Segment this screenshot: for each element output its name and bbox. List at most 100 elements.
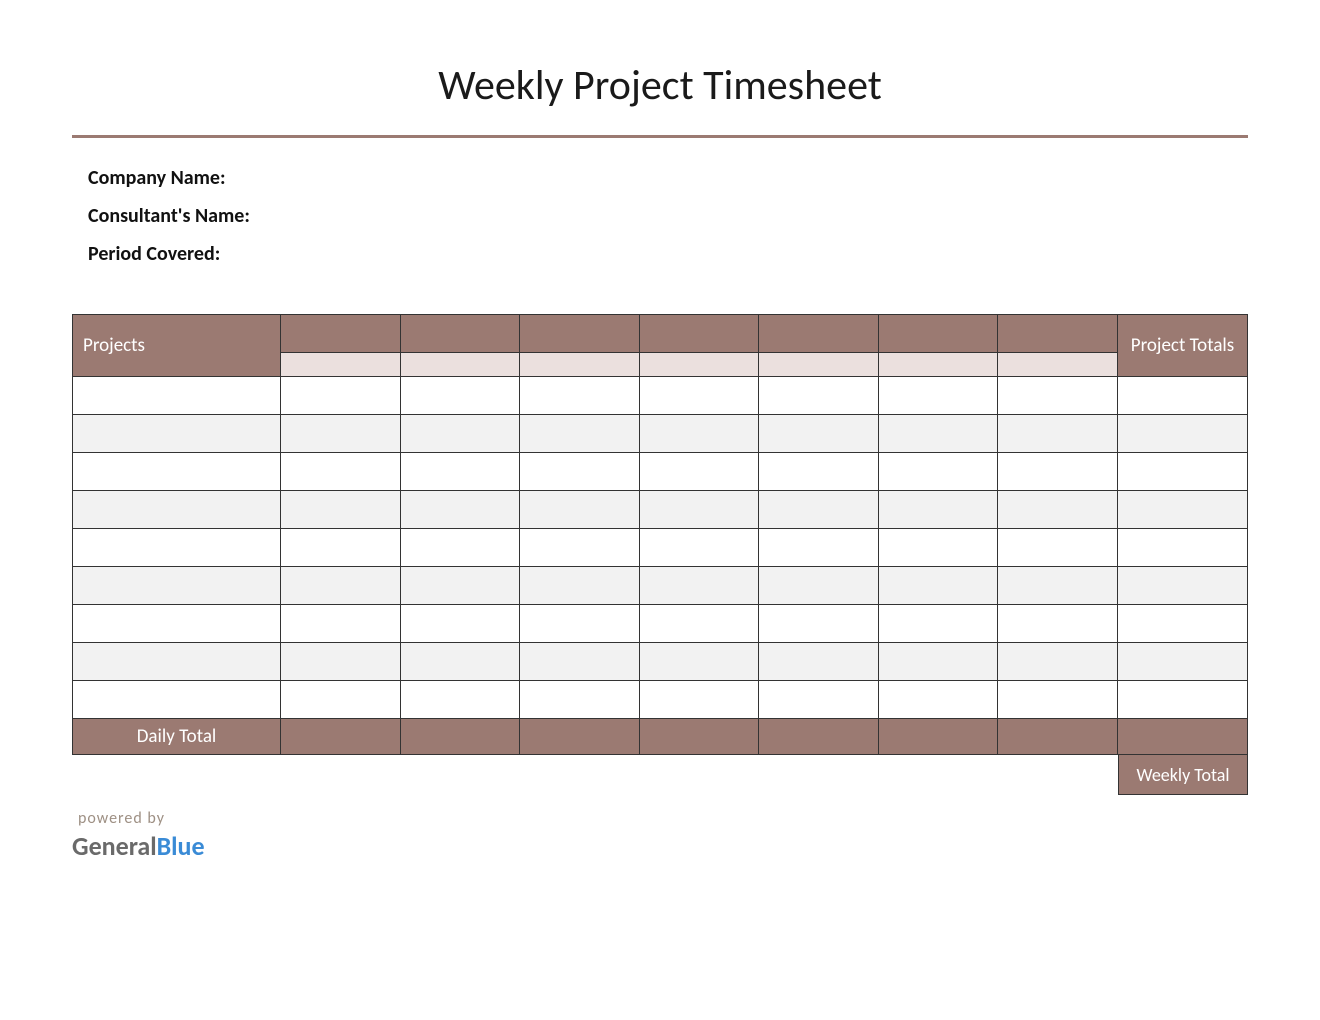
hours-cell[interactable]	[520, 529, 640, 567]
hours-cell[interactable]	[998, 605, 1118, 643]
hours-cell[interactable]	[998, 567, 1118, 605]
hours-cell[interactable]	[878, 415, 998, 453]
project-total-cell[interactable]	[1118, 415, 1248, 453]
hours-cell[interactable]	[400, 681, 520, 719]
project-name-cell[interactable]	[73, 605, 281, 643]
hours-cell[interactable]	[281, 377, 401, 415]
hours-cell[interactable]	[759, 529, 879, 567]
hours-cell[interactable]	[281, 643, 401, 681]
hours-cell[interactable]	[520, 491, 640, 529]
hours-cell[interactable]	[400, 377, 520, 415]
hours-cell[interactable]	[281, 605, 401, 643]
hours-cell[interactable]	[998, 529, 1118, 567]
hours-cell[interactable]	[759, 377, 879, 415]
day-header[interactable]	[878, 315, 998, 353]
hours-cell[interactable]	[878, 453, 998, 491]
hours-cell[interactable]	[520, 377, 640, 415]
hours-cell[interactable]	[639, 605, 759, 643]
hours-cell[interactable]	[520, 643, 640, 681]
hours-cell[interactable]	[639, 453, 759, 491]
project-total-cell[interactable]	[1118, 491, 1248, 529]
project-total-cell[interactable]	[1118, 453, 1248, 491]
hours-cell[interactable]	[759, 605, 879, 643]
hours-cell[interactable]	[520, 415, 640, 453]
hours-cell[interactable]	[878, 605, 998, 643]
hours-cell[interactable]	[878, 529, 998, 567]
day-header[interactable]	[520, 315, 640, 353]
hours-cell[interactable]	[400, 491, 520, 529]
day-subheader[interactable]	[759, 353, 879, 377]
hours-cell[interactable]	[759, 491, 879, 529]
hours-cell[interactable]	[998, 643, 1118, 681]
hours-cell[interactable]	[281, 529, 401, 567]
project-name-cell[interactable]	[73, 453, 281, 491]
day-header[interactable]	[400, 315, 520, 353]
day-header[interactable]	[998, 315, 1118, 353]
hours-cell[interactable]	[639, 643, 759, 681]
hours-cell[interactable]	[520, 567, 640, 605]
hours-cell[interactable]	[998, 453, 1118, 491]
hours-cell[interactable]	[400, 567, 520, 605]
project-name-cell[interactable]	[73, 529, 281, 567]
day-subheader[interactable]	[520, 353, 640, 377]
hours-cell[interactable]	[400, 453, 520, 491]
hours-cell[interactable]	[998, 415, 1118, 453]
daily-total-cell	[1118, 719, 1248, 755]
project-total-cell[interactable]	[1118, 377, 1248, 415]
hours-cell[interactable]	[520, 681, 640, 719]
hours-cell[interactable]	[878, 567, 998, 605]
project-name-cell[interactable]	[73, 415, 281, 453]
day-subheader[interactable]	[400, 353, 520, 377]
hours-cell[interactable]	[759, 681, 879, 719]
hours-cell[interactable]	[998, 681, 1118, 719]
project-totals-header: Project Totals	[1118, 315, 1248, 377]
project-total-cell[interactable]	[1118, 643, 1248, 681]
hours-cell[interactable]	[520, 605, 640, 643]
day-header[interactable]	[281, 315, 401, 353]
hours-cell[interactable]	[759, 453, 879, 491]
hours-cell[interactable]	[639, 415, 759, 453]
project-name-cell[interactable]	[73, 643, 281, 681]
hours-cell[interactable]	[639, 377, 759, 415]
day-subheader[interactable]	[998, 353, 1118, 377]
project-total-cell[interactable]	[1118, 529, 1248, 567]
day-subheader[interactable]	[639, 353, 759, 377]
project-total-cell[interactable]	[1118, 605, 1248, 643]
hours-cell[interactable]	[400, 415, 520, 453]
hours-cell[interactable]	[281, 567, 401, 605]
day-header[interactable]	[639, 315, 759, 353]
hours-cell[interactable]	[639, 567, 759, 605]
hours-cell[interactable]	[281, 491, 401, 529]
hours-cell[interactable]	[878, 377, 998, 415]
hours-cell[interactable]	[639, 529, 759, 567]
day-header[interactable]	[759, 315, 879, 353]
hours-cell[interactable]	[759, 415, 879, 453]
weekly-total-wrap: Weekly Total	[72, 755, 1248, 795]
consultant-name-label: Consultant's Name:	[88, 204, 1248, 228]
hours-cell[interactable]	[281, 453, 401, 491]
hours-cell[interactable]	[878, 491, 998, 529]
hours-cell[interactable]	[639, 681, 759, 719]
hours-cell[interactable]	[520, 453, 640, 491]
timesheet-table[interactable]: Projects Project Totals Daily Total	[72, 314, 1248, 755]
hours-cell[interactable]	[878, 681, 998, 719]
project-name-cell[interactable]	[73, 567, 281, 605]
hours-cell[interactable]	[281, 415, 401, 453]
project-total-cell[interactable]	[1118, 567, 1248, 605]
project-name-cell[interactable]	[73, 377, 281, 415]
hours-cell[interactable]	[400, 605, 520, 643]
hours-cell[interactable]	[759, 567, 879, 605]
hours-cell[interactable]	[281, 681, 401, 719]
hours-cell[interactable]	[998, 377, 1118, 415]
hours-cell[interactable]	[759, 643, 879, 681]
project-total-cell[interactable]	[1118, 681, 1248, 719]
project-name-cell[interactable]	[73, 681, 281, 719]
hours-cell[interactable]	[639, 491, 759, 529]
hours-cell[interactable]	[400, 643, 520, 681]
project-name-cell[interactable]	[73, 491, 281, 529]
day-subheader[interactable]	[878, 353, 998, 377]
hours-cell[interactable]	[400, 529, 520, 567]
hours-cell[interactable]	[998, 491, 1118, 529]
hours-cell[interactable]	[878, 643, 998, 681]
day-subheader[interactable]	[281, 353, 401, 377]
